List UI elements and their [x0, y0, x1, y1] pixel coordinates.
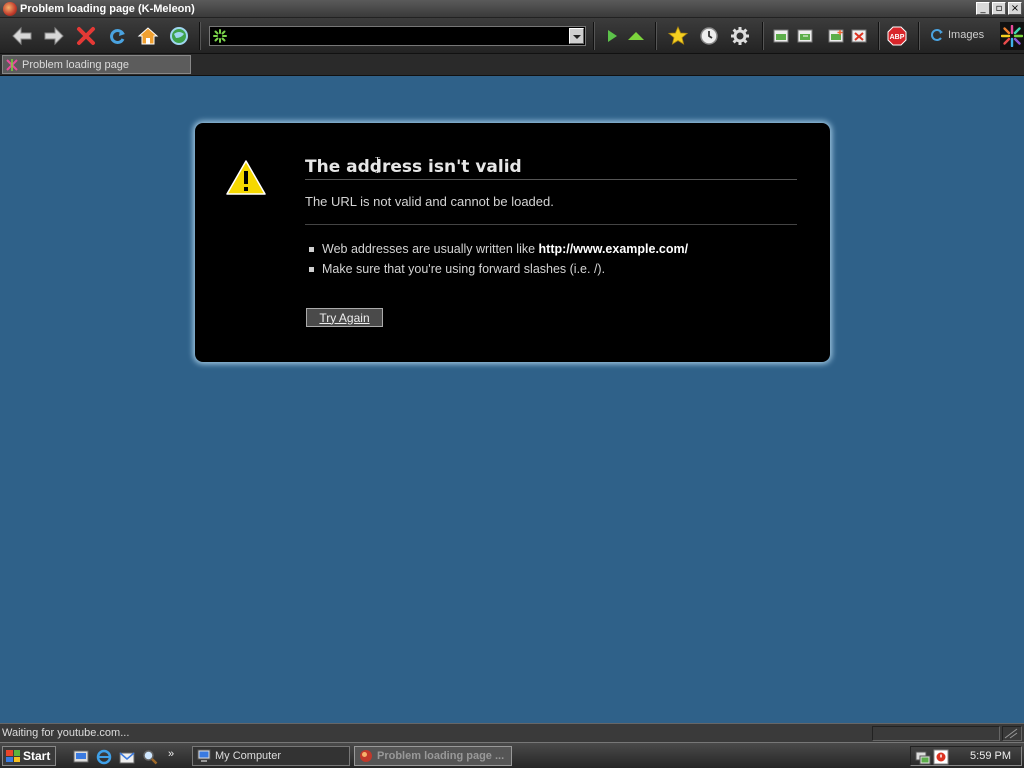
settings-icon[interactable] — [728, 24, 752, 48]
clock[interactable]: 5:59 PM — [970, 750, 1011, 762]
error-tips-list: Web addresses are usually written like h… — [309, 239, 688, 279]
status-progress-pane — [872, 726, 1000, 741]
toolbar-separator — [593, 22, 595, 50]
search-icon[interactable] — [142, 749, 158, 765]
internet-explorer-icon[interactable] — [96, 749, 112, 765]
close-layer-icon[interactable] — [847, 24, 871, 48]
toolbar-separator — [655, 22, 657, 50]
bookmarks-icon[interactable] — [666, 24, 690, 48]
toolbar-separator — [878, 22, 880, 50]
show-desktop-icon[interactable] — [73, 749, 89, 765]
adblock-label: ABP — [890, 34, 905, 41]
tip-example-url: http://www.example.com/ — [538, 242, 689, 256]
toolbar-separator — [918, 22, 920, 50]
windows-logo-icon — [6, 750, 20, 762]
window-controls: _ ▫ × — [976, 2, 1022, 15]
tab-problem-loading[interactable]: Problem loading page — [2, 55, 191, 74]
list-item: Web addresses are usually written like h… — [309, 239, 688, 259]
images-toggle[interactable]: Images — [930, 28, 984, 42]
task-problem-loading-page[interactable]: Problem loading page ... — [354, 746, 512, 766]
error-dialog: The address isn't valid The URL is not v… — [195, 123, 830, 362]
status-bar: Waiting for youtube.com... — [0, 723, 1024, 742]
system-tray: 5:59 PM — [910, 746, 1022, 766]
adblock-icon[interactable]: ABP — [885, 24, 909, 48]
images-icon — [931, 29, 943, 41]
kmeleon-logo — [1000, 22, 1024, 50]
task-label: Problem loading page ... — [377, 750, 505, 762]
images-label: Images — [948, 29, 985, 41]
navigation-toolbar: ABP Images — [0, 18, 1024, 54]
back-icon[interactable] — [10, 24, 34, 48]
tab-bar: Problem loading page — [0, 54, 1024, 76]
error-message: The URL is not valid and cannot be loade… — [305, 194, 797, 225]
warning-icon — [225, 159, 267, 200]
resize-grip-icon — [1004, 728, 1018, 739]
taskbar: Start » My Computer Problem loading page… — [0, 742, 1024, 768]
toolbar-separator — [199, 22, 201, 50]
start-label: Start — [23, 749, 51, 763]
my-computer-icon — [197, 749, 211, 762]
new-layer-icon[interactable] — [824, 24, 848, 48]
toolbar-separator — [762, 22, 764, 50]
status-text: Waiting for youtube.com... — [2, 727, 130, 739]
window-title: Problem loading page (K-Meleon) — [20, 2, 195, 15]
tip-text: Web addresses are usually written like — [322, 242, 536, 256]
globe-icon[interactable] — [167, 24, 191, 48]
title-bar: Problem loading page (K-Meleon) _ ▫ × — [0, 0, 1024, 18]
minimize-button[interactable]: _ — [976, 2, 990, 15]
security-tray-icon[interactable] — [933, 749, 949, 765]
loading-spinner-icon — [213, 29, 227, 43]
kmeleon-app-icon — [3, 1, 17, 16]
list-item: Make sure that you're using forward slas… — [309, 259, 688, 279]
forward-icon[interactable] — [42, 24, 66, 48]
task-label: My Computer — [215, 750, 282, 762]
tip-text: Make sure that you're using forward slas… — [322, 262, 606, 276]
tab-label: Problem loading page — [22, 58, 130, 71]
go-icon[interactable] — [600, 24, 624, 48]
kmeleon-task-icon — [360, 750, 372, 762]
url-dropdown-button[interactable] — [569, 28, 584, 44]
home-icon[interactable] — [136, 24, 160, 48]
stop-icon[interactable] — [74, 24, 98, 48]
status-security-pane — [1002, 726, 1022, 741]
history-icon[interactable] — [697, 24, 721, 48]
start-button[interactable]: Start — [2, 746, 56, 766]
try-again-button[interactable]: Try Again — [306, 308, 383, 327]
layer-icon[interactable] — [769, 24, 793, 48]
up-icon[interactable] — [624, 24, 648, 48]
quicklaunch-overflow[interactable]: » — [168, 748, 174, 760]
reload-icon[interactable] — [105, 24, 129, 48]
address-bar[interactable] — [209, 26, 586, 46]
outlook-express-icon[interactable] — [119, 749, 135, 765]
layer-next-icon[interactable] — [793, 24, 817, 48]
close-button[interactable]: × — [1008, 2, 1022, 15]
text-cursor-icon — [375, 157, 380, 173]
restore-button[interactable]: ▫ — [992, 2, 1006, 15]
task-my-computer[interactable]: My Computer — [192, 746, 350, 766]
network-tray-icon[interactable] — [915, 749, 931, 765]
kmeleon-tab-icon — [6, 58, 18, 71]
